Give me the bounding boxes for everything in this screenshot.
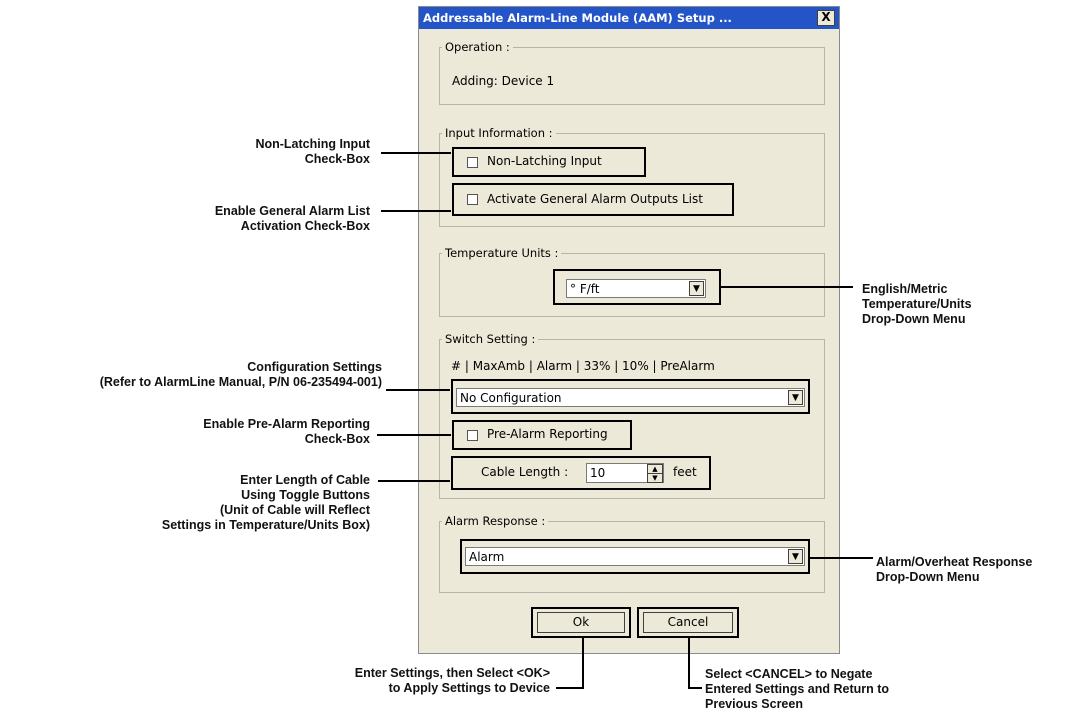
cancel-annotation: Select <CANCEL> to Negate Entered Settin…	[705, 667, 955, 712]
operation-text: Adding: Device 1	[452, 74, 555, 88]
leader-line	[582, 637, 584, 689]
non-latching-annotation: Non-Latching Input Check-Box	[180, 137, 370, 167]
cable-units: feet	[673, 465, 697, 479]
title-bar: Addressable Alarm-Line Module (AAM) Setu…	[419, 7, 839, 29]
leader-line	[556, 687, 584, 689]
leader-line	[721, 286, 853, 288]
annotation-line: Enter Length of Cable	[240, 473, 370, 487]
annotation-line: to Apply Settings to Device	[388, 681, 550, 695]
temperature-units-dropdown[interactable]: ° F/ft ▼	[566, 279, 706, 298]
annotation-line: Temperature/Units	[862, 297, 972, 311]
leader-line	[381, 210, 451, 212]
activate-general-alarm-checkbox[interactable]	[467, 194, 478, 205]
leader-line	[381, 152, 451, 154]
non-latching-checkbox[interactable]	[467, 157, 478, 168]
annotation-line: (Refer to AlarmLine Manual, P/N 06-23549…	[99, 375, 382, 389]
cancel-button[interactable]: Cancel	[643, 612, 733, 633]
operation-legend: Operation :	[442, 40, 513, 54]
alarm-response-dropdown[interactable]: Alarm ▼	[465, 547, 805, 566]
temperature-units-legend: Temperature Units :	[442, 246, 562, 260]
annotation-line: Enter Settings, then Select <OK>	[354, 666, 550, 680]
general-alarm-annotation: Enable General Alarm List Activation Che…	[130, 204, 370, 234]
pre-alarm-annotation: Enable Pre-Alarm Reporting Check-Box	[120, 417, 370, 447]
annotation-line: (Unit of Cable will Reflect	[219, 503, 370, 517]
alarm-response-legend: Alarm Response :	[442, 514, 549, 528]
leader-line	[377, 434, 451, 436]
annotation-line: Activation Check-Box	[240, 219, 370, 233]
annotation-line: Enable General Alarm List	[214, 204, 370, 218]
annotation-line: Entered Settings and Return to	[705, 682, 890, 696]
temperature-units-value: ° F/ft	[570, 282, 600, 296]
switch-setting-header: # | MaxAmb | Alarm | 33% | 10% | PreAlar…	[451, 359, 715, 373]
annotation-line: Check-Box	[304, 432, 370, 446]
ok-annotation: Enter Settings, then Select <OK> to Appl…	[250, 666, 550, 696]
dialog-title: Addressable Alarm-Line Module (AAM) Setu…	[423, 11, 732, 25]
configuration-value: No Configuration	[460, 391, 562, 405]
chevron-down-icon[interactable]: ▼	[689, 281, 704, 296]
annotation-line: Settings in Temperature/Units Box)	[161, 518, 370, 532]
annotation-line: Select <CANCEL> to Negate	[705, 667, 873, 681]
pre-alarm-label: Pre-Alarm Reporting	[487, 427, 608, 441]
aam-setup-dialog: Addressable Alarm-Line Module (AAM) Setu…	[418, 6, 840, 654]
annotation-line: Check-Box	[304, 152, 370, 166]
annotation-line: Non-Latching Input	[255, 137, 370, 151]
activate-general-alarm-label: Activate General Alarm Outputs List	[487, 192, 703, 206]
cable-length-value: 10	[590, 466, 606, 480]
annotation-line: English/Metric	[862, 282, 948, 296]
alarm-response-value: Alarm	[469, 550, 505, 564]
close-button[interactable]: X	[817, 10, 835, 26]
leader-line	[378, 480, 450, 482]
leader-line	[688, 687, 702, 689]
annotation-line: Drop-Down Menu	[876, 570, 980, 584]
chevron-down-icon[interactable]: ▼	[788, 549, 803, 564]
annotation-line: Alarm/Overheat Response	[876, 555, 1033, 569]
leader-line	[809, 557, 873, 559]
operation-group: Operation : Adding: Device 1	[439, 40, 825, 105]
configuration-dropdown[interactable]: No Configuration ▼	[456, 388, 805, 407]
alarm-response-annotation: Alarm/Overheat Response Drop-Down Menu	[876, 555, 1091, 585]
switch-setting-legend: Switch Setting :	[442, 332, 539, 346]
spin-down-icon[interactable]: ▼	[647, 473, 663, 483]
cable-length-label: Cable Length :	[481, 465, 569, 479]
leader-line	[688, 637, 690, 689]
input-information-legend: Input Information :	[442, 126, 556, 140]
cable-length-input[interactable]: 10 ▲ ▼	[586, 463, 664, 483]
non-latching-label: Non-Latching Input	[487, 154, 602, 168]
leader-line	[386, 389, 450, 391]
temperature-units-annotation: English/Metric Temperature/Units Drop-Do…	[862, 282, 1062, 327]
ok-button[interactable]: Ok	[537, 612, 625, 633]
annotation-line: Using Toggle Buttons	[241, 488, 370, 502]
cable-length-annotation: Enter Length of Cable Using Toggle Butto…	[90, 473, 370, 533]
annotation-line: Configuration Settings	[247, 360, 382, 374]
annotation-line: Previous Screen	[705, 697, 803, 711]
annotation-line: Enable Pre-Alarm Reporting	[203, 417, 370, 431]
pre-alarm-checkbox[interactable]	[467, 430, 478, 441]
chevron-down-icon[interactable]: ▼	[788, 390, 803, 405]
configuration-annotation: Configuration Settings (Refer to AlarmLi…	[2, 360, 382, 390]
annotation-line: Drop-Down Menu	[862, 312, 966, 326]
